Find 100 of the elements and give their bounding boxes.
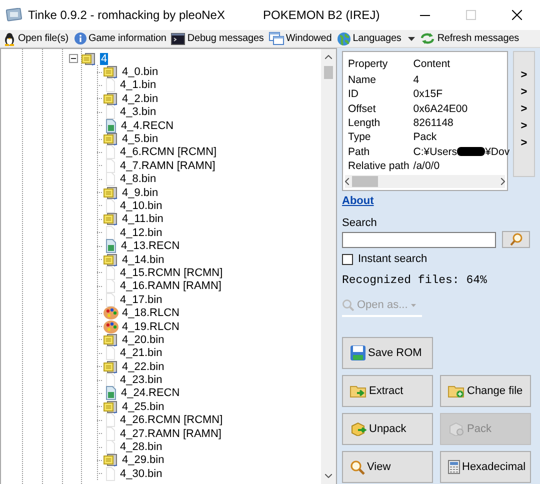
tree-item[interactable]: 4_13.RECN [120, 240, 181, 252]
image-file-icon [103, 118, 118, 133]
tree-item[interactable]: 4_10.bin [119, 200, 164, 212]
toolbar-button[interactable]: Game information [72, 30, 168, 46]
about-link[interactable]: About [342, 195, 374, 207]
file-icon [103, 226, 117, 240]
file-icon [103, 413, 117, 428]
penguin-icon [3, 32, 16, 46]
package-icon [103, 65, 119, 80]
expand-button[interactable]: > [514, 134, 534, 152]
tree-item[interactable]: 4_0.bin [121, 66, 160, 78]
tree-item[interactable]: 4_27.RAMN [RAMN] [119, 428, 222, 440]
file-icon [103, 346, 117, 360]
console-icon [171, 32, 186, 44]
close-icon [512, 10, 522, 20]
tree-item[interactable]: 4_16.RAMN [RAMN] [119, 280, 222, 292]
tree-item[interactable]: 4_9.bin [121, 186, 160, 199]
info-icon [74, 32, 86, 45]
folder-arrow-icon [350, 384, 367, 398]
file-icon [103, 279, 117, 294]
maximize-icon [466, 10, 476, 20]
tree-item[interactable]: 4_2.bin [121, 92, 160, 105]
tree-item[interactable]: 4_28.bin [119, 441, 164, 454]
toolbar-button[interactable]: Open file(s) [2, 30, 70, 46]
package-icon [103, 212, 119, 226]
toolbar-button[interactable]: Refresh messages [419, 30, 520, 46]
file-icon [103, 266, 117, 280]
horizontal-scrollbar[interactable] [345, 175, 505, 188]
search-button[interactable] [502, 231, 530, 248]
action-button[interactable]: Unpack [342, 413, 433, 445]
toolbar-button[interactable]: Windowed [268, 30, 333, 46]
expand-button[interactable]: > [514, 84, 534, 100]
property-value: 4 [413, 74, 420, 86]
action-button[interactable]: View [342, 451, 433, 483]
file-icon [103, 440, 117, 454]
tree-item[interactable]: 4_1.bin [119, 79, 158, 92]
search-label: Search [342, 217, 378, 229]
package-icon [103, 332, 119, 347]
property-name: Length [347, 116, 382, 130]
scroll-thumb[interactable] [352, 176, 378, 187]
tree-item[interactable]: 4_17.bin [119, 294, 164, 306]
tree-item[interactable]: 4_21.bin [119, 347, 164, 360]
tree-item[interactable]: 4_14.bin [121, 254, 166, 266]
scroll-thumb[interactable] [324, 66, 333, 79]
property-name: ID [347, 87, 360, 102]
search-field[interactable] [342, 232, 496, 248]
tree-item[interactable]: 4 [100, 52, 108, 65]
expand-button[interactable]: > [514, 66, 534, 84]
package-icon [103, 132, 119, 146]
property-value: C:¥Users [413, 146, 458, 158]
tree-item[interactable]: 4_12.bin [119, 226, 164, 239]
action-button[interactable]: Save ROM [342, 337, 433, 369]
package-icon [103, 360, 119, 374]
scrollbar[interactable] [321, 49, 336, 484]
tree-item[interactable]: 4_19.RLCN [121, 320, 180, 332]
caret-icon [408, 36, 416, 40]
tree-item[interactable]: 4_5.bin [121, 133, 160, 146]
action-button[interactable]: Change file [440, 375, 531, 407]
collapse-toggle[interactable] [69, 54, 78, 64]
expand-button[interactable]: > [514, 100, 534, 118]
checkbox-label: Instant search [358, 253, 428, 265]
tree-item[interactable]: 4_30.bin [119, 468, 164, 480]
tree-item[interactable]: 4_11.bin [121, 213, 164, 226]
file-icon [103, 373, 117, 388]
action-button[interactable]: Extract [342, 375, 433, 407]
tree-item[interactable]: 4_7.RAMN [RAMN] [119, 160, 216, 172]
tree-item[interactable]: 4_3.bin [119, 106, 158, 118]
folder-plus-icon [448, 384, 465, 398]
package-icon [81, 52, 97, 66]
checkbox[interactable] [342, 254, 353, 264]
tree-item[interactable]: 4_4.RECN [120, 120, 175, 132]
tree-item[interactable]: 4_24.RECN [120, 387, 181, 400]
property-name: Path [347, 144, 371, 159]
recognized-files-text: Recognized files: 64% [342, 274, 488, 287]
tree-item[interactable]: 4_6.RCMN [RCMN] [119, 146, 218, 158]
toolbar-button[interactable]: Debug messages [170, 30, 265, 46]
palette-icon [103, 306, 119, 320]
tree-item[interactable]: 4_23.bin [119, 374, 164, 386]
file-icon [103, 158, 117, 173]
file-icon [103, 105, 117, 120]
file-icon [103, 172, 117, 186]
package-icon [103, 400, 119, 414]
package-icon [103, 453, 119, 468]
expand-button[interactable]: > [514, 118, 534, 134]
tree-item[interactable]: 4_22.bin [121, 360, 166, 373]
property-value: 0x15F [413, 88, 442, 100]
file-icon [103, 78, 117, 92]
tree-item[interactable]: 4_20.bin [121, 334, 166, 346]
property-name: Type [347, 130, 372, 144]
file-icon [103, 466, 117, 481]
tree-item[interactable]: 4_25.bin [121, 400, 166, 413]
tree-item[interactable]: 4_26.RCMN [RCMN] [119, 414, 224, 426]
property-value: 0x6A24E00 [413, 102, 468, 115]
action-button[interactable]: Hexadecimal [440, 451, 531, 483]
toolbar-button[interactable]: Languages [336, 30, 416, 46]
tree-item[interactable]: 4_29.bin [121, 454, 166, 466]
tree-item[interactable]: 4_8.bin [119, 173, 158, 186]
property-value: Pack [413, 131, 437, 144]
tree-item[interactable]: 4_18.RLCN [121, 307, 180, 320]
tree-item[interactable]: 4_15.RCMN [RCMN] [119, 266, 224, 279]
